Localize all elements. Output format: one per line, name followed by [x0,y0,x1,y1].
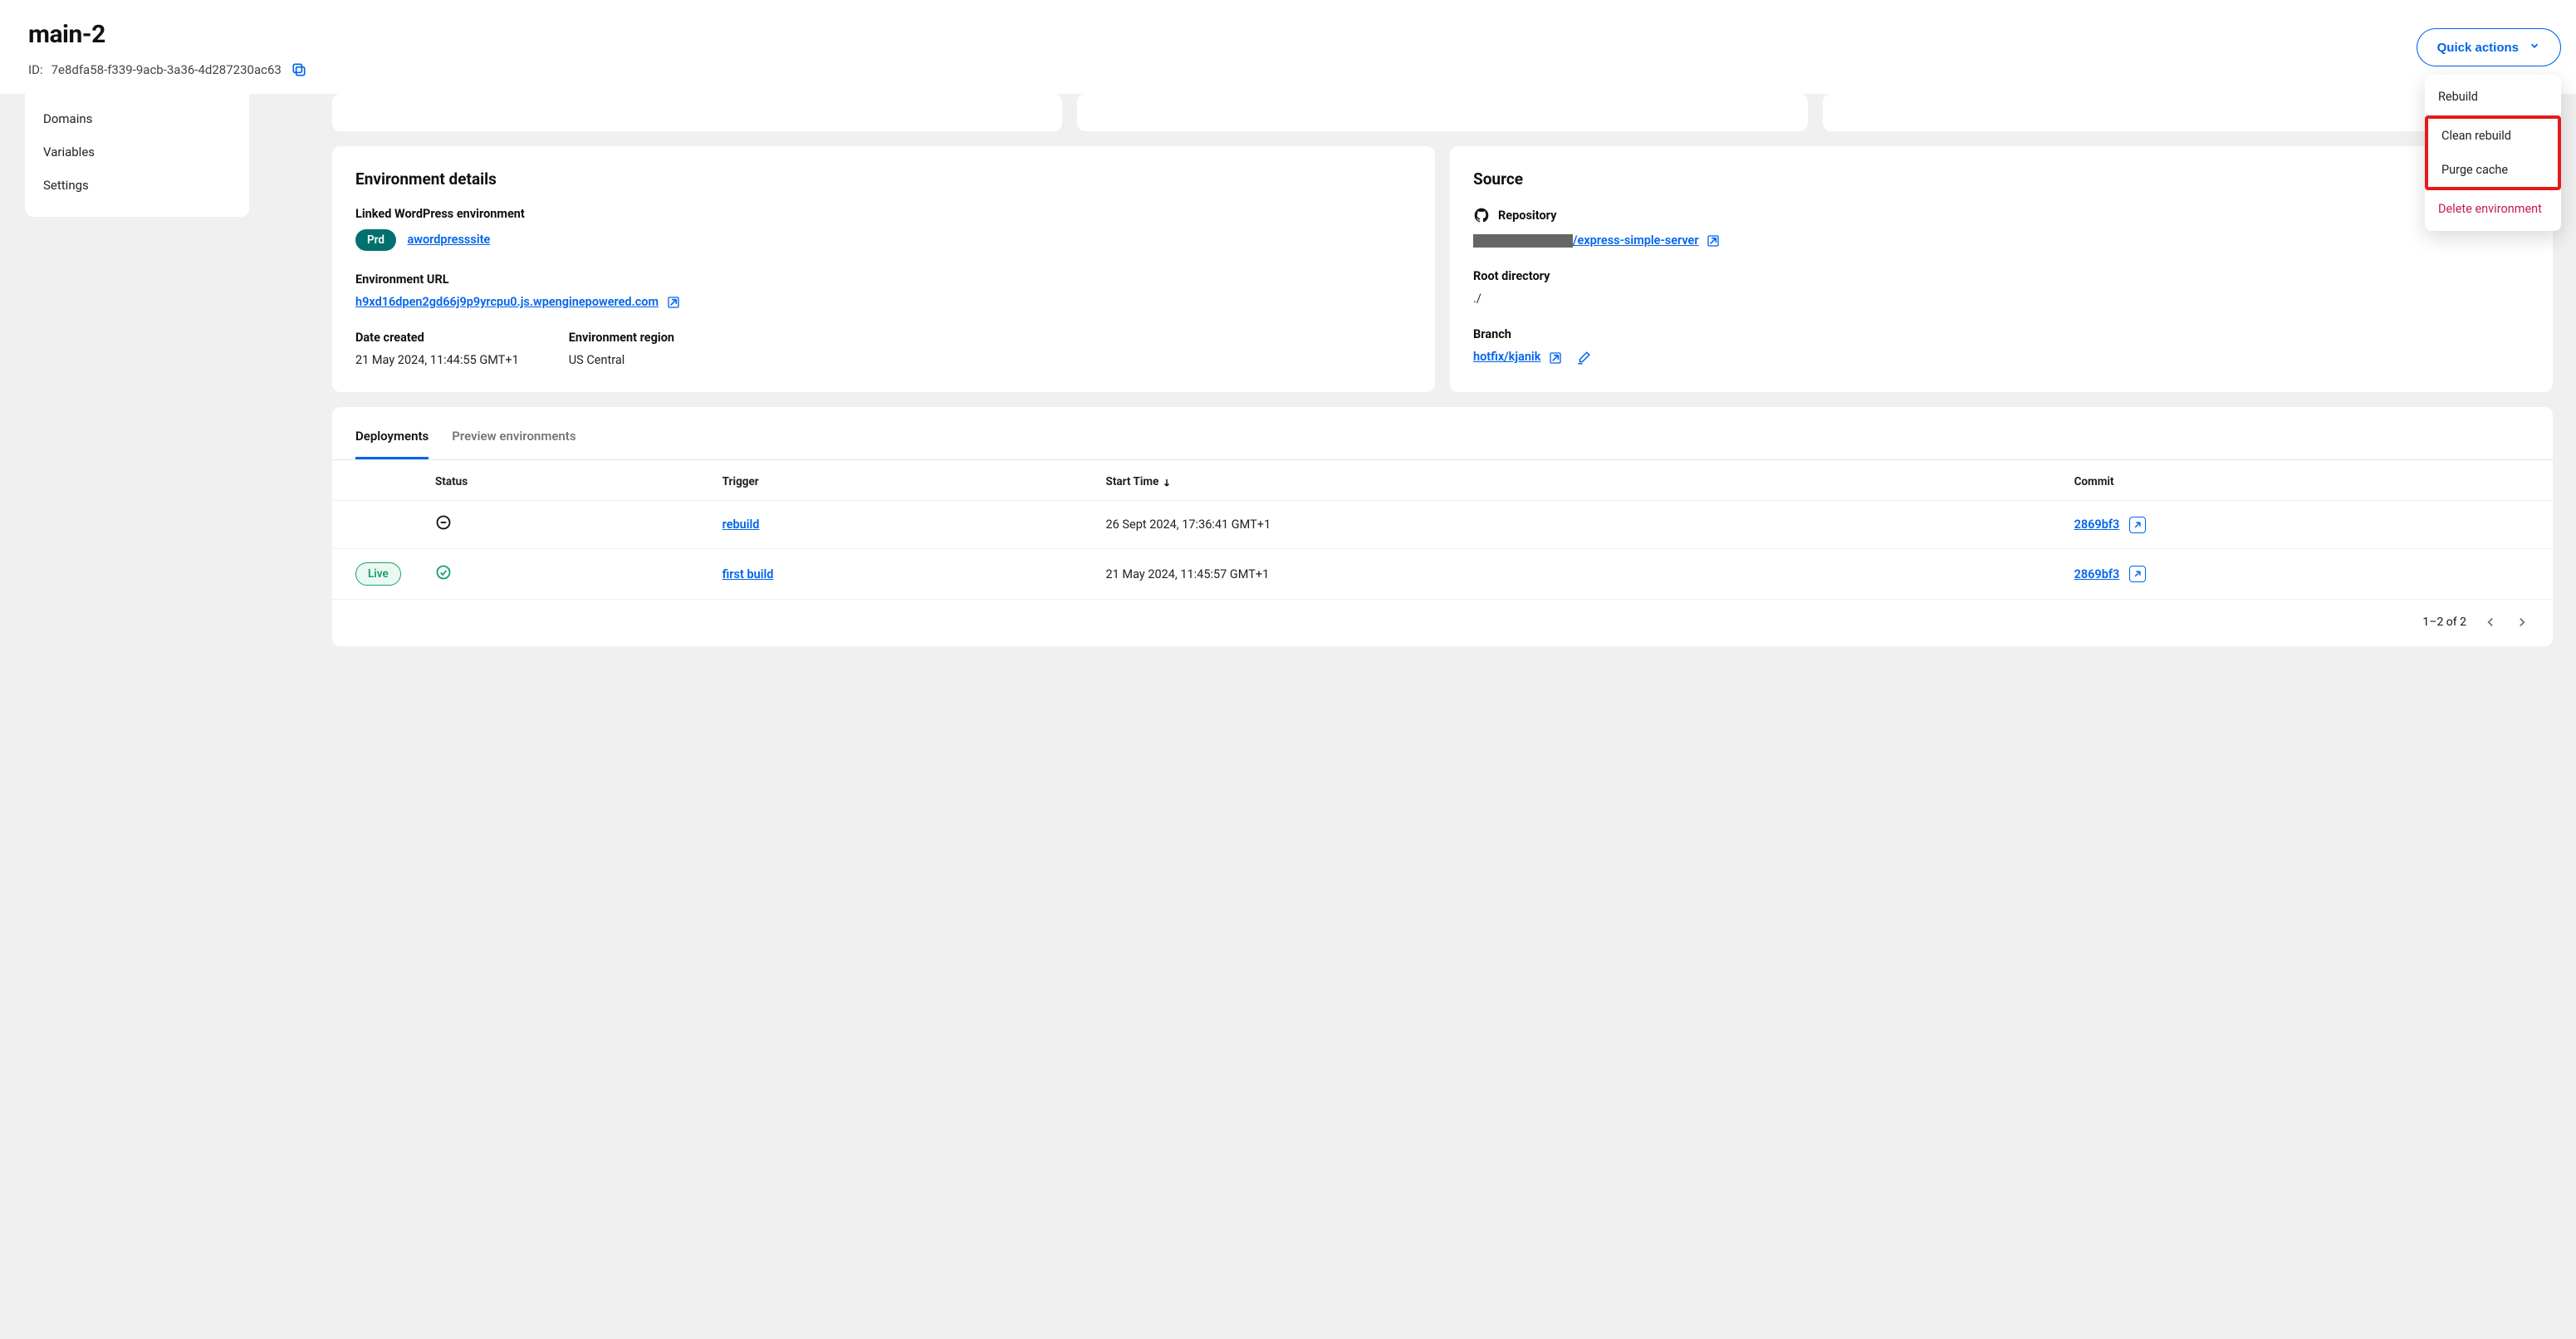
sidebar-item-domains[interactable]: Domains [25,102,249,135]
external-link-icon[interactable] [1707,234,1720,248]
col-status[interactable]: Status [424,460,711,501]
live-badge: Live [355,562,401,586]
start-time-value: 26 Sept 2024, 17:36:41 GMT+1 [1106,517,1271,532]
col-commit[interactable]: Commit [2063,460,2553,501]
status-cancelled-icon [435,514,452,531]
root-dir-label: Root directory [1473,269,2529,283]
id-label: ID: [28,62,43,77]
deployments-table: Status Trigger Start Time Commit rebuild… [332,460,2553,600]
sort-desc-icon [1162,478,1172,488]
prd-badge: Prd [355,229,396,251]
source-card: Source Repository /express-simple-server… [1450,146,2553,392]
root-dir-value: ./ [1473,292,2529,306]
external-link-icon[interactable] [2129,566,2146,582]
env-url-label: Environment URL [355,272,1412,287]
highlighted-menu-region: Clean rebuild Purge cache [2425,115,2561,190]
external-link-icon[interactable] [2129,517,2146,533]
region-label: Environment region [569,331,674,345]
sidebar-item-settings[interactable]: Settings [25,169,249,202]
start-time-value: 21 May 2024, 11:45:57 GMT+1 [1106,567,1270,581]
linked-wp-label: Linked WordPress environment [355,207,1412,221]
commit-link[interactable]: 2869bf3 [2074,517,2120,532]
menu-item-clean-rebuild[interactable]: Clean rebuild [2428,119,2558,153]
date-created-label: Date created [355,331,519,345]
chevron-down-icon [2529,40,2540,55]
redacted-repo-owner [1473,234,1573,248]
external-link-icon[interactable] [667,296,680,309]
branch-label: Branch [1473,327,2529,341]
copy-id-button[interactable] [290,61,308,79]
env-url-link[interactable]: h9xd16dpen2gd66j9p9yrcpu0.js.wpenginepow… [355,295,659,309]
menu-item-delete-environment[interactable]: Delete environment [2425,192,2561,226]
prev-page-button[interactable] [2483,615,2498,630]
menu-item-rebuild[interactable]: Rebuild [2425,80,2561,114]
repo-link[interactable]: /express-simple-server [1573,233,1699,248]
environment-details-card: Environment details Linked WordPress env… [332,146,1435,392]
env-details-title: Environment details [355,169,1412,189]
source-title: Source [1473,169,2529,189]
github-icon [1473,207,1490,223]
tab-deployments[interactable]: Deployments [355,429,429,459]
stat-card [332,94,1062,131]
tab-preview-environments[interactable]: Preview environments [452,429,575,459]
next-page-button[interactable] [2515,615,2529,630]
quick-actions-button[interactable]: Quick actions [2417,28,2561,66]
sidebar: Domains Variables Settings [25,94,249,217]
status-success-icon [435,564,452,581]
repository-label: Repository [1498,208,1556,223]
commit-link[interactable]: 2869bf3 [2074,567,2120,581]
quick-actions-label: Quick actions [2437,41,2519,55]
col-trigger[interactable]: Trigger [711,460,1095,501]
trigger-link[interactable]: first build [722,567,774,581]
id-value: 7e8dfa58-f339-9acb-3a36-4d287230ac63 [51,62,282,77]
date-created-value: 21 May 2024, 11:44:55 GMT+1 [355,353,519,367]
col-start-time[interactable]: Start Time [1095,460,2063,501]
sidebar-item-variables[interactable]: Variables [25,135,249,169]
trigger-link[interactable]: rebuild [722,517,760,532]
stat-card [1077,94,1807,131]
menu-item-purge-cache[interactable]: Purge cache [2428,153,2558,187]
edit-branch-button[interactable] [1576,351,1591,365]
page-title: main-2 [28,20,2548,49]
wp-site-link[interactable]: awordpresssite [407,233,490,247]
region-value: US Central [569,353,674,367]
branch-link[interactable]: hotfix/kjanik [1473,350,1540,364]
table-row[interactable]: Live first build 21 May 2024, 11:45:57 G… [332,549,2553,600]
pagination-text: 1–2 of 2 [2422,616,2466,629]
external-link-icon[interactable] [1549,351,1562,365]
table-row[interactable]: rebuild 26 Sept 2024, 17:36:41 GMT+1 286… [332,501,2553,549]
quick-actions-menu: Rebuild Clean rebuild Purge cache Delete… [2425,75,2561,231]
deployments-card: Deployments Preview environments Status … [332,407,2553,646]
